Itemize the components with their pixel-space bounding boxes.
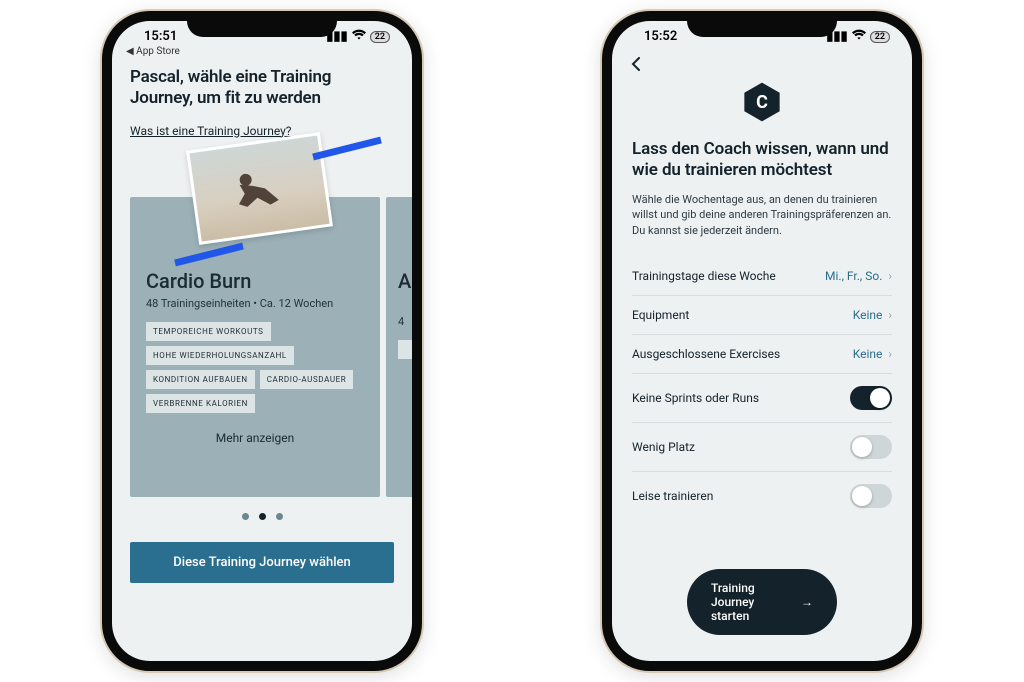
screen: 15:52 ▮▮▮ 22 C Lass den Coach wissen, wa…	[612, 21, 912, 661]
row-label: Wenig Platz	[632, 440, 695, 454]
logo-letter: C	[756, 92, 768, 113]
row-label: Trainingstage diese Woche	[632, 269, 776, 283]
wifi-icon	[352, 29, 366, 44]
row-no-sprints: Keine Sprints oder Runs	[632, 374, 892, 423]
start-journey-label: Training Journey starten	[711, 581, 793, 623]
back-to-appstore[interactable]: ◀ App Store	[112, 46, 412, 61]
chevron-right-icon: ›	[888, 269, 892, 283]
toggle-no-sprints[interactable]	[850, 386, 892, 410]
status-time: 15:51	[144, 29, 177, 44]
row-label: Keine Sprints oder Runs	[632, 391, 759, 405]
start-journey-button[interactable]: Training Journey starten →	[687, 569, 837, 635]
dot[interactable]	[276, 513, 283, 520]
tag: CARDIO-AUSDAUER	[260, 370, 354, 389]
journey-title-peek: A	[398, 269, 412, 293]
what-is-journey-link[interactable]: Was ist eine Training Journey?	[130, 124, 291, 138]
hex-icon: C	[741, 81, 783, 123]
tag: VERBRENNE KALORIEN	[146, 394, 255, 413]
tag	[398, 340, 412, 359]
row-label: Ausgeschlossene Exercises	[632, 347, 780, 361]
show-more-link[interactable]: Mehr anzeigen	[146, 431, 364, 445]
journey-title: Cardio Burn	[146, 269, 364, 293]
main-content: Pascal, wähle eine Training Journey, um …	[112, 61, 412, 520]
tag: TEMPOREICHE WORKOUTS	[146, 322, 271, 341]
main-content: Lass den Coach wissen, wann und wie du t…	[612, 139, 912, 520]
row-training-days[interactable]: Trainingstage diese Woche Mi., Fr., So.›	[632, 257, 892, 296]
journey-sub-peek: 4	[398, 315, 412, 328]
row-label: Leise trainieren	[632, 489, 713, 503]
row-limited-space: Wenig Platz	[632, 423, 892, 472]
notch	[187, 11, 337, 37]
row-value: Keine›	[853, 347, 892, 361]
battery-icon: 22	[370, 31, 390, 43]
page-title: Pascal, wähle eine Training Journey, um …	[130, 67, 394, 110]
page-description: Wähle die Wochentage aus, an denen du tr…	[632, 192, 892, 240]
arrow-right-icon: →	[801, 595, 813, 609]
row-excluded-exercises[interactable]: Ausgeschlossene Exercises Keine›	[632, 335, 892, 374]
dot-active[interactable]	[259, 513, 266, 520]
status-right: ▮▮▮ 22	[326, 29, 390, 44]
status-right: ▮▮▮ 22	[826, 29, 890, 44]
wifi-icon	[852, 29, 866, 44]
carousel-dots[interactable]	[130, 513, 394, 520]
journey-hero-image	[186, 132, 333, 245]
row-value: Mi., Fr., So.›	[825, 269, 892, 283]
toggle-limited-space[interactable]	[850, 435, 892, 459]
page-title: Lass den Coach wissen, wann und wie du t…	[632, 139, 892, 182]
toggle-quiet[interactable]	[850, 484, 892, 508]
battery-icon: 22	[870, 31, 890, 43]
row-equipment[interactable]: Equipment Keine›	[632, 296, 892, 335]
coach-logo: C	[612, 81, 912, 123]
tag: KONDITION AUFBAUEN	[146, 370, 255, 389]
phone-coach-preferences: 15:52 ▮▮▮ 22 C Lass den Coach wissen, wa…	[602, 11, 922, 671]
journey-card-next-peek[interactable]: A 4	[386, 197, 412, 497]
journey-carousel[interactable]: Cardio Burn 48 Trainingseinheiten • Ca. …	[130, 167, 394, 507]
tag: HOHE WIEDERHOLUNGSANZAHL	[146, 346, 294, 365]
runner-figure	[233, 165, 294, 217]
notch	[687, 11, 837, 37]
phone-journey-select: 15:51 ▮▮▮ 22 ◀ App Store Pascal, wähle e…	[102, 11, 422, 671]
journey-subtitle: 48 Trainingseinheiten • Ca. 12 Wochen	[146, 297, 364, 310]
screen: 15:51 ▮▮▮ 22 ◀ App Store Pascal, wähle e…	[112, 21, 412, 661]
chevron-left-icon	[630, 57, 644, 71]
row-value: Keine›	[853, 308, 892, 322]
select-journey-button[interactable]: Diese Training Journey wählen	[130, 542, 394, 583]
accent-stripe-top	[312, 136, 382, 160]
status-time: 15:52	[644, 29, 677, 44]
row-label: Equipment	[632, 308, 689, 322]
journey-card-cardio-burn[interactable]: Cardio Burn 48 Trainingseinheiten • Ca. …	[130, 197, 380, 497]
back-button[interactable]	[612, 46, 912, 77]
chevron-right-icon: ›	[888, 347, 892, 361]
row-quiet-training: Leise trainieren	[632, 472, 892, 520]
journey-tags: TEMPOREICHE WORKOUTS HOHE WIEDERHOLUNGSA…	[146, 322, 364, 413]
chevron-right-icon: ›	[888, 308, 892, 322]
dot[interactable]	[242, 513, 249, 520]
